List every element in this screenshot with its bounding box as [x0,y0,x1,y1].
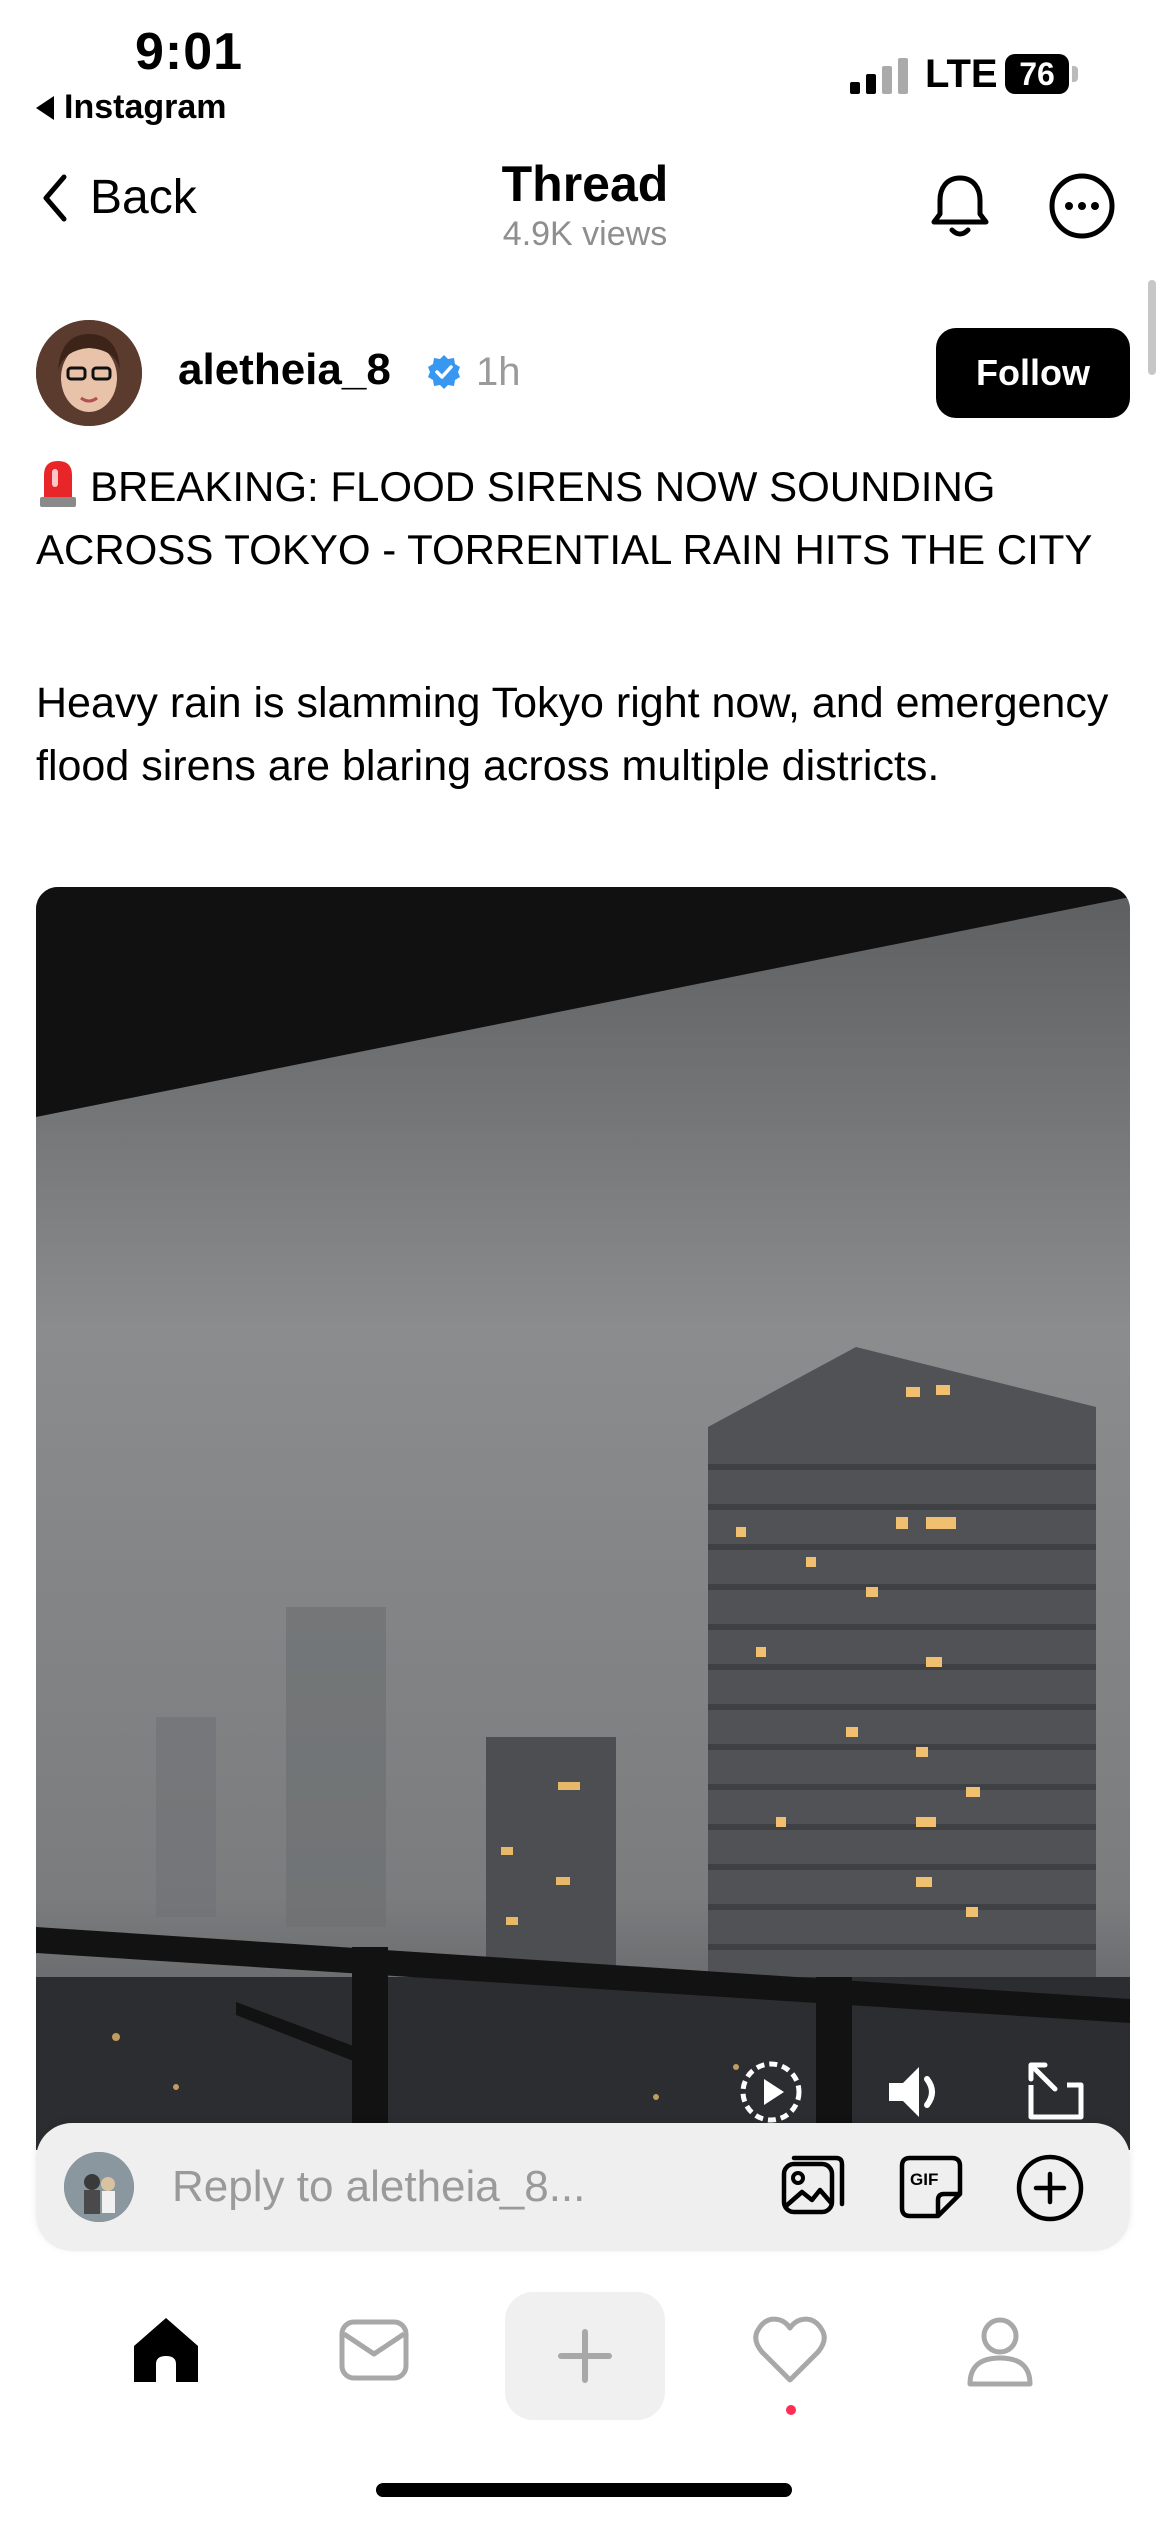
video-player[interactable] [36,887,1130,2150]
video-frame [36,887,1130,2150]
bell-icon[interactable] [928,172,992,245]
scrollbar[interactable] [1148,280,1156,375]
battery-level: 76 [1019,55,1055,92]
headline-text: BREAKING: FLOOD SIRENS NOW SOUNDING ACRO… [36,463,1093,573]
network-label: LTE [925,52,998,96]
battery-tip [1072,66,1078,82]
avatar[interactable] [36,320,142,426]
page-title: Thread [501,156,669,212]
view-count: 4.9K views [502,215,668,253]
more-icon[interactable] [1048,172,1116,245]
plus-icon [558,2329,612,2383]
back-triangle-icon [36,95,54,120]
replay-icon[interactable] [736,2057,806,2132]
create-button[interactable] [505,2292,665,2420]
reply-avatar [64,2152,134,2222]
notification-dot [786,2405,796,2415]
gif-icon[interactable]: GIF [896,2152,966,2227]
back-app-label: Instagram [64,88,227,126]
home-indicator [376,2483,792,2497]
volume-icon[interactable] [881,2057,951,2132]
fullscreen-icon[interactable] [1021,2057,1091,2132]
gif-label: GIF [910,2170,938,2189]
back-to-app-link[interactable]: Instagram [36,88,227,127]
reply-input[interactable]: Reply to aletheia_8... [172,2162,585,2212]
signal-icon [850,58,908,94]
profile-icon[interactable] [962,2312,1038,2393]
heart-icon[interactable] [752,2312,828,2393]
inbox-icon[interactable] [336,2312,412,2393]
battery-icon: 76 [1005,54,1069,94]
post-body: Heavy rain is slamming Tokyo right now, … [36,679,1109,790]
siren-emoji-icon [40,461,76,507]
home-icon[interactable] [128,2312,204,2393]
post-time: 1h [476,350,521,394]
follow-button[interactable]: Follow [936,328,1130,418]
status-time: 9:01 [135,23,244,81]
photo-icon[interactable] [778,2152,848,2227]
add-icon[interactable] [1014,2152,1086,2229]
author-username[interactable]: aletheia_8 [178,345,391,395]
post-headline: BREAKING: FLOOD SIRENS NOW SOUNDING ACRO… [36,455,1136,581]
verified-badge-icon [425,353,463,396]
